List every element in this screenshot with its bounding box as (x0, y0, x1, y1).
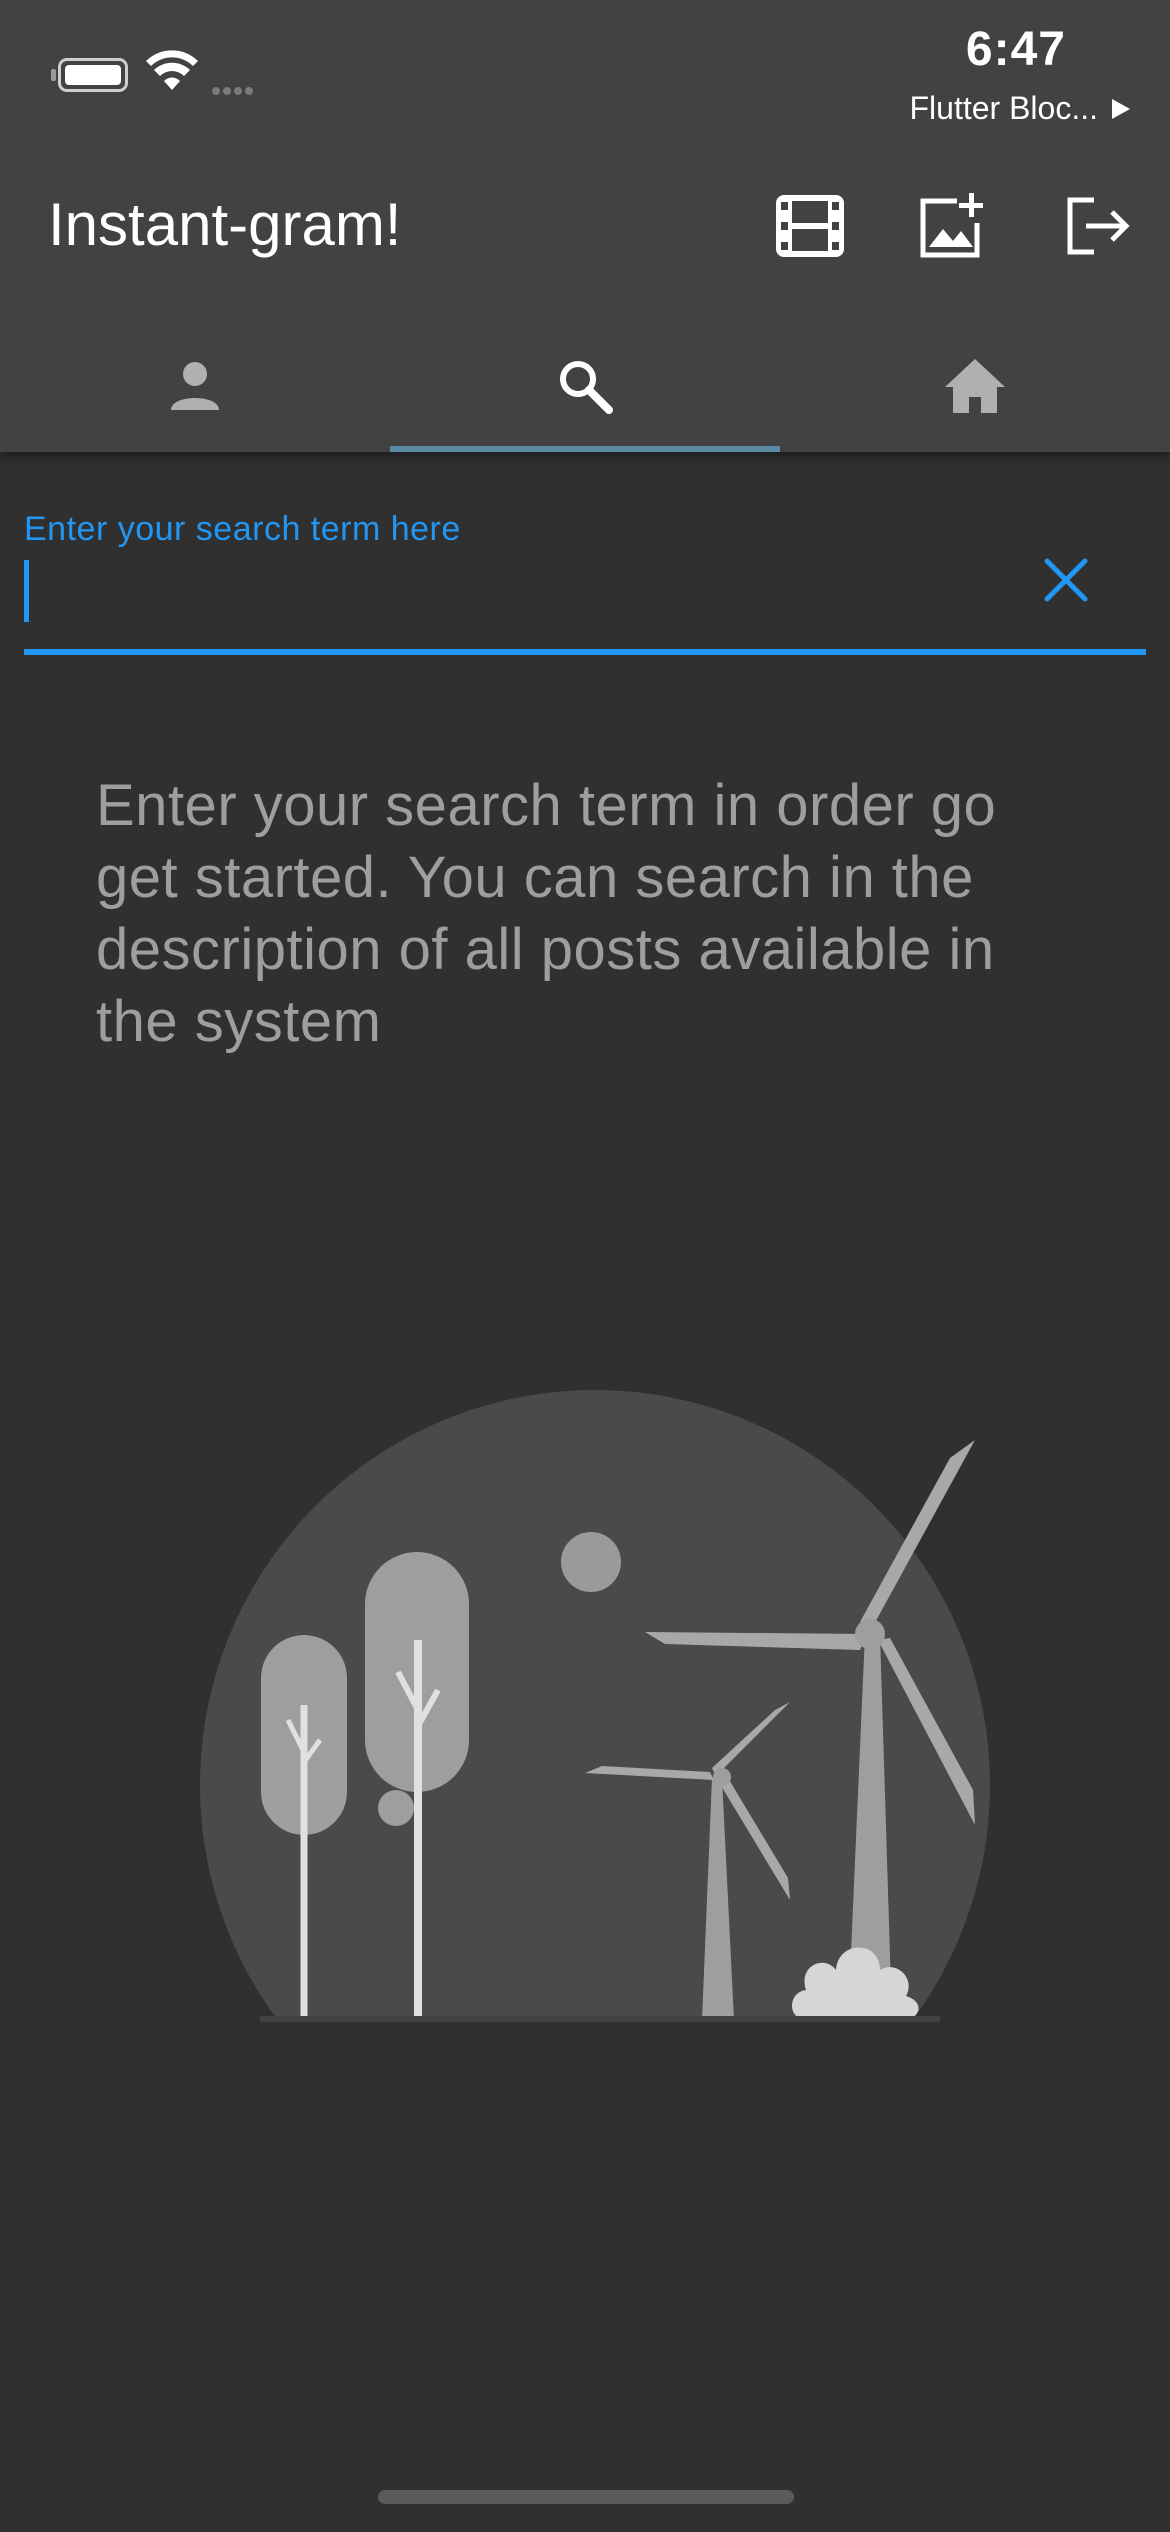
status-bar: 6:47 Flutter Bloc... (0, 0, 1170, 150)
logout-button[interactable] (1058, 186, 1138, 266)
text-cursor (24, 560, 29, 622)
carrier-back-link[interactable]: Flutter Bloc... (909, 90, 1130, 127)
tab-search[interactable] (390, 320, 780, 452)
search-field: Enter your search term here (24, 480, 1146, 656)
cellular-signal-icon (212, 82, 256, 100)
battery-icon (51, 58, 128, 92)
logout-icon (1067, 197, 1130, 255)
app-bar: 6:47 Flutter Bloc... Instant-gram! (0, 0, 1170, 452)
tab-profile[interactable] (0, 320, 390, 452)
close-icon (1044, 558, 1088, 602)
search-field-label: Enter your search term here (24, 510, 461, 548)
tab-indicator (390, 446, 780, 452)
tab-bar (0, 320, 1170, 452)
search-underline (24, 649, 1146, 655)
play-icon (1112, 98, 1130, 119)
add-photo-button[interactable] (912, 186, 992, 266)
clear-search-button[interactable] (1026, 540, 1106, 620)
home-indicator[interactable] (378, 2490, 794, 2504)
person-icon (171, 362, 219, 410)
app-title: Instant-gram! (48, 191, 402, 258)
videos-button[interactable] (770, 186, 850, 266)
wind-turbines-illustration (200, 1390, 990, 2022)
carrier-label: Flutter Bloc... (909, 90, 1099, 126)
film-icon (776, 195, 844, 257)
tab-home[interactable] (780, 320, 1170, 452)
home-icon (945, 359, 1005, 413)
add-photo-icon (920, 193, 983, 258)
search-icon (560, 361, 613, 414)
empty-state-message: Enter your search term in order go get s… (96, 773, 997, 1054)
search-input[interactable] (24, 560, 1024, 630)
wifi-icon (146, 50, 198, 90)
status-time: 6:47 (965, 23, 1066, 76)
